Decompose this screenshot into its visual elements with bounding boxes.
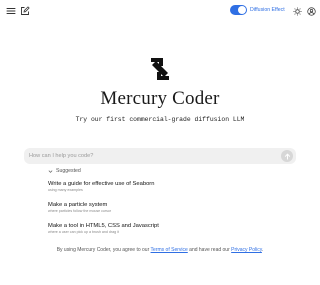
diffusion-effect-toggle[interactable]: Diffusion Effect bbox=[230, 5, 285, 15]
terms-footer: By using Mercury Coder, you agree to our… bbox=[0, 247, 320, 253]
suggestion-item[interactable]: Make a tool in HTML5, CSS and Javascript… bbox=[48, 223, 278, 234]
menu-icon[interactable] bbox=[5, 5, 17, 17]
suggestion-item[interactable]: Make a particle system where particles f… bbox=[48, 202, 278, 213]
sun-icon[interactable] bbox=[291, 5, 303, 17]
suggestion-title: Make a particle system bbox=[48, 202, 108, 208]
toggle-knob bbox=[238, 6, 246, 14]
footer-prefix: By using Mercury Coder, you agree to our bbox=[56, 247, 151, 253]
prompt-box bbox=[24, 148, 296, 164]
suggestion-title: Write a guide for effective use of Seabo… bbox=[48, 181, 155, 187]
arrow-up-icon bbox=[284, 153, 290, 160]
brand-title: Mercury Coder bbox=[100, 88, 220, 109]
mercury-logo bbox=[148, 57, 172, 81]
prompt-input[interactable] bbox=[29, 148, 279, 164]
footer-middle: and have read our bbox=[187, 247, 232, 253]
suggestion-desc: where particles follow the mouse cursor bbox=[48, 209, 112, 213]
suggestion-item[interactable]: Write a guide for effective use of Seabo… bbox=[48, 181, 278, 192]
privacy-policy-link[interactable]: Privacy Policy bbox=[231, 247, 262, 253]
suggestion-desc: where a user can pick up a brush and dra… bbox=[48, 230, 119, 234]
top-bar: Diffusion Effect bbox=[0, 0, 320, 22]
suggested-header: Suggested bbox=[48, 168, 81, 174]
terms-of-service-link[interactable]: Terms of Service bbox=[151, 247, 188, 253]
send-button[interactable] bbox=[281, 150, 293, 162]
compose-icon[interactable] bbox=[19, 5, 31, 17]
suggested-label: Suggested bbox=[56, 168, 81, 174]
tagline: Try our first commercial-grade diffusion… bbox=[75, 116, 245, 123]
diffusion-effect-label: Diffusion Effect bbox=[250, 7, 285, 13]
chevron-down-icon bbox=[48, 169, 53, 173]
toggle-switch[interactable] bbox=[230, 5, 247, 15]
user-icon[interactable] bbox=[305, 5, 317, 17]
suggestion-desc: using many examples bbox=[48, 188, 83, 192]
suggestion-title: Make a tool in HTML5, CSS and Javascript bbox=[48, 223, 159, 229]
footer-suffix: . bbox=[261, 247, 264, 253]
